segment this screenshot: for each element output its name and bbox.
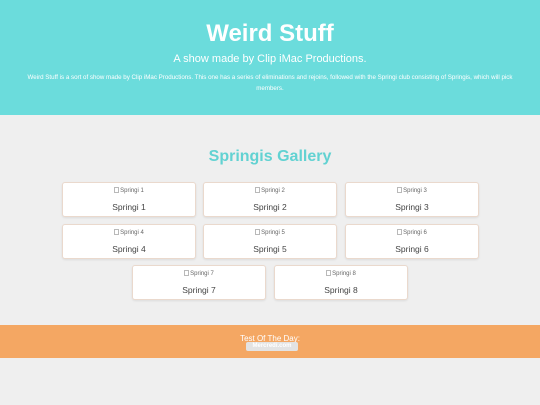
broken-image-icon: Springi 2 [204, 187, 336, 195]
site-description: Weird Stuff is a sort of show made by Cl… [27, 74, 513, 92]
broken-image-icon: Springi 4 [63, 229, 195, 237]
broken-image-icon: Springi 7 [133, 270, 265, 278]
card-caption: Springi 8 [324, 285, 358, 295]
gallery-card-5[interactable]: Springi 5 Springi 5 [203, 224, 337, 259]
gallery-card-4[interactable]: Springi 4 Springi 4 [62, 224, 196, 259]
card-caption: Springi 7 [182, 285, 216, 295]
image-alt: Springi 6 [403, 230, 427, 236]
site-title: Weird Stuff [206, 20, 334, 47]
broken-image-icon: Springi 6 [346, 229, 478, 237]
image-alt: Springi 1 [120, 188, 144, 194]
card-caption: Springi 1 [112, 202, 146, 212]
gallery-card-6[interactable]: Springi 6 Springi 6 [345, 224, 479, 259]
site-subtitle: A show made by Clip iMac Productions. [173, 53, 367, 65]
image-alt: Springi 8 [332, 271, 356, 277]
image-alt: Springi 5 [261, 230, 285, 236]
broken-image-icon: Springi 5 [204, 229, 336, 237]
gallery-card-8[interactable]: Springi 8 Springi 8 [274, 265, 408, 300]
image-alt: Springi 2 [261, 188, 285, 194]
image-alt: Springi 4 [120, 230, 144, 236]
card-caption: Springi 3 [395, 202, 429, 212]
gallery-card-2[interactable]: Springi 2 Springi 2 [203, 182, 337, 217]
site-footer: Test Of The Day: Mercredi.com [0, 325, 540, 358]
test-of-the-day-button[interactable]: Mercredi.com [246, 342, 298, 351]
site-header: Weird Stuff A show made by Clip iMac Pro… [0, 0, 540, 115]
gallery-card-1[interactable]: Springi 1 Springi 1 [62, 182, 196, 217]
card-caption: Springi 6 [395, 244, 429, 254]
card-caption: Springi 2 [253, 202, 287, 212]
broken-image-icon: Springi 1 [63, 187, 195, 195]
card-caption: Springi 5 [253, 244, 287, 254]
image-alt: Springi 7 [190, 271, 214, 277]
image-alt: Springi 3 [403, 188, 427, 194]
card-caption: Springi 4 [112, 244, 146, 254]
broken-image-icon: Springi 8 [275, 270, 407, 278]
gallery-card-7[interactable]: Springi 7 Springi 7 [132, 265, 266, 300]
broken-image-icon: Springi 3 [346, 187, 478, 195]
gallery-title: Springis Gallery [208, 148, 332, 165]
gallery-card-3[interactable]: Springi 3 Springi 3 [345, 182, 479, 217]
